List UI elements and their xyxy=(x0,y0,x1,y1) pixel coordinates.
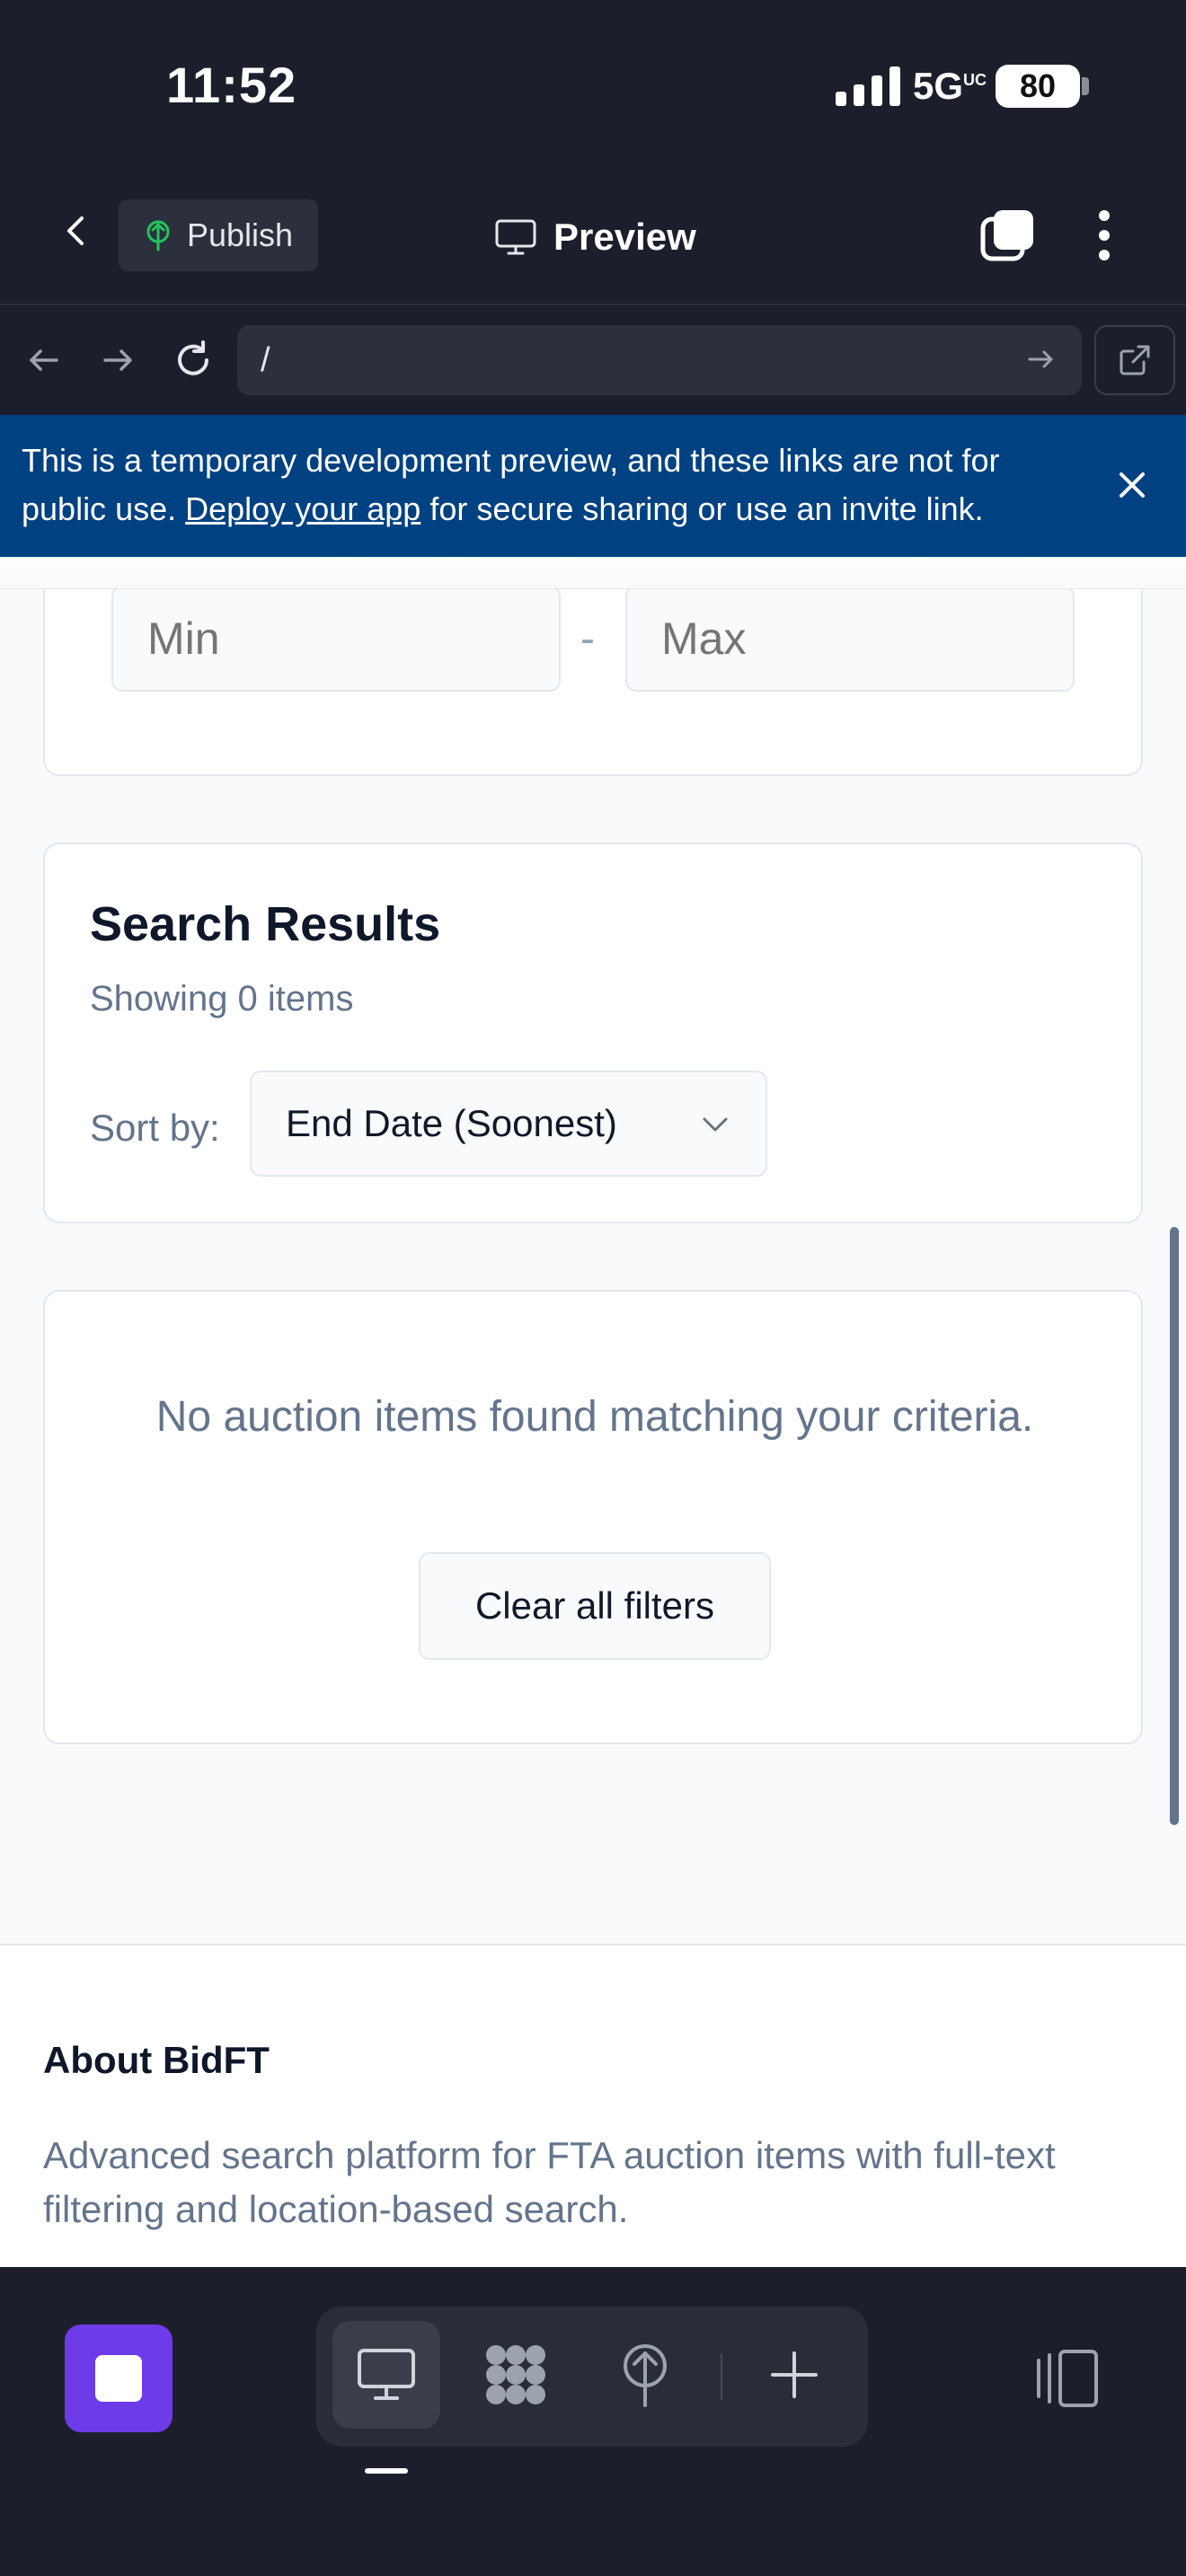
close-icon[interactable] xyxy=(1111,463,1154,507)
more-vertical-icon[interactable] xyxy=(1091,207,1118,264)
stop-icon xyxy=(95,2355,142,2402)
price-filter-card: - xyxy=(43,557,1143,776)
external-link-icon xyxy=(1120,345,1150,375)
open-external-button[interactable] xyxy=(1094,325,1175,395)
nodes-icon xyxy=(486,2345,545,2404)
sort-value: End Date (Soonest) xyxy=(286,1102,617,1144)
go-arrow-icon[interactable] xyxy=(1021,340,1060,379)
workflows-tool-button[interactable] xyxy=(462,2321,570,2429)
back-button[interactable] xyxy=(54,208,99,253)
results-count: Showing 0 items xyxy=(90,979,354,1019)
browser-forward-button[interactable] xyxy=(95,338,140,383)
battery-tip xyxy=(1082,77,1089,95)
scrollbar[interactable] xyxy=(1170,1227,1179,1825)
url-input[interactable]: / xyxy=(237,325,1082,395)
active-tool-indicator xyxy=(365,2468,408,2474)
empty-state-card: No auction items found matching your cri… xyxy=(43,1290,1143,1744)
url-text: / xyxy=(261,340,270,379)
stop-button[interactable] xyxy=(65,2325,173,2432)
footer-title: About BidFT xyxy=(43,2039,270,2081)
max-price-input[interactable] xyxy=(625,586,1075,692)
empty-message: No auction items found matching your cri… xyxy=(155,1393,1034,1441)
chevron-down-icon xyxy=(703,1117,728,1132)
network-indicator: 5GUC xyxy=(913,65,987,107)
browser-back-button[interactable] xyxy=(22,338,66,383)
app-header: Publish Preview xyxy=(0,171,1186,305)
battery-level: 80 xyxy=(1019,67,1057,104)
header-shadow xyxy=(0,557,1186,589)
status-bar: 11:52 5GUC 80 xyxy=(0,0,1186,171)
monitor-icon xyxy=(358,2349,415,2400)
sort-label: Sort by: xyxy=(90,1107,220,1149)
battery-icon: 80 xyxy=(996,65,1080,108)
publish-button[interactable]: Publish xyxy=(119,199,318,271)
reload-button[interactable] xyxy=(171,338,216,383)
page-content: - Search Results Showing 0 items Sort by… xyxy=(0,557,1186,2267)
search-results-card: Search Results Showing 0 items Sort by: … xyxy=(43,842,1143,1223)
min-price-input[interactable] xyxy=(111,586,561,692)
deploy-app-link[interactable]: Deploy your app xyxy=(185,490,420,527)
preview-tool-button[interactable] xyxy=(332,2321,440,2429)
footer: About BidFT Advanced search platform for… xyxy=(0,1944,1186,2267)
preview-label: Preview xyxy=(553,216,696,258)
status-time: 11:52 xyxy=(166,57,297,113)
publish-icon xyxy=(624,2344,667,2407)
plus-icon xyxy=(771,2351,818,2398)
monitor-icon xyxy=(495,219,536,255)
arrow-left-icon xyxy=(30,349,58,371)
browser-toolbar: / xyxy=(0,305,1186,415)
tool-group xyxy=(316,2307,868,2447)
banner-text-after: for secure sharing or use an invite link… xyxy=(429,490,984,527)
tool-divider xyxy=(721,2353,722,2400)
reload-icon xyxy=(178,340,208,375)
chevron-left-icon xyxy=(67,216,84,245)
dev-preview-banner: This is a temporary development preview,… xyxy=(0,415,1186,557)
footer-description: Advanced search platform for FTA auction… xyxy=(43,2134,1056,2230)
publish-icon xyxy=(146,220,170,251)
deploy-tool-button[interactable] xyxy=(591,2321,699,2429)
bottom-toolbar xyxy=(0,2267,1186,2576)
clear-filters-button[interactable]: Clear all filters xyxy=(419,1552,771,1660)
add-tool-button[interactable] xyxy=(740,2321,848,2429)
signal-icon xyxy=(836,66,900,106)
preview-title[interactable]: Preview xyxy=(494,210,696,264)
tabs-icon[interactable] xyxy=(979,207,1037,264)
publish-label: Publish xyxy=(187,216,294,253)
results-title: Search Results xyxy=(90,897,441,951)
panel-toggle-icon[interactable] xyxy=(1033,2339,1102,2418)
sort-select[interactable]: End Date (Soonest) xyxy=(250,1071,767,1177)
range-separator: - xyxy=(580,615,595,663)
arrow-right-icon xyxy=(103,349,132,371)
